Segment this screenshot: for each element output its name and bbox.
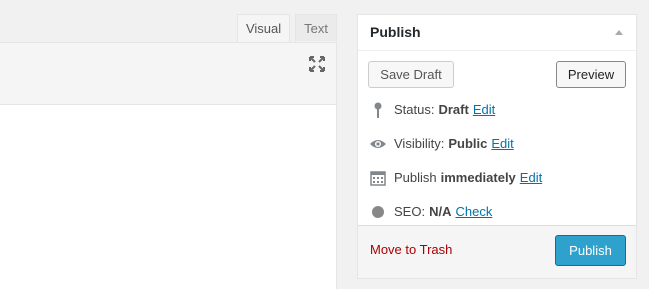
visibility-label: Visibility: bbox=[394, 136, 445, 151]
editor-content[interactable] bbox=[0, 105, 337, 289]
seo-value: N/A bbox=[429, 204, 452, 219]
edit-visibility-link[interactable]: Edit bbox=[491, 135, 513, 153]
status-value: Draft bbox=[438, 102, 469, 117]
seo-dot-icon bbox=[370, 204, 386, 220]
status-row: Status: Draft Edit bbox=[370, 101, 495, 119]
schedule-label: Publish bbox=[394, 170, 437, 185]
schedule-row: Publish immediately Edit bbox=[370, 169, 542, 187]
visibility-row: Visibility: Public Edit bbox=[370, 135, 514, 153]
move-to-trash-link[interactable]: Move to Trash bbox=[370, 242, 452, 257]
pin-icon bbox=[370, 102, 386, 118]
publish-box-title: Publish bbox=[370, 24, 421, 40]
calendar-icon bbox=[370, 170, 386, 186]
publish-box: Publish Save Draft Preview Status: Draft… bbox=[357, 14, 637, 279]
seo-row: SEO: N/A Check bbox=[370, 203, 492, 221]
post-editor: Visual Text bbox=[0, 0, 337, 289]
publish-button[interactable]: Publish bbox=[555, 235, 626, 266]
expand-icon[interactable] bbox=[308, 55, 326, 73]
status-label: Status: bbox=[394, 102, 435, 117]
publish-box-header: Publish bbox=[358, 15, 636, 51]
editor-tabs: Visual Text bbox=[236, 14, 337, 43]
collapse-arrow-icon[interactable] bbox=[615, 30, 623, 35]
edit-schedule-link[interactable]: Edit bbox=[520, 169, 542, 187]
publish-actions: Move to Trash Publish bbox=[358, 225, 636, 278]
seo-label: SEO: bbox=[394, 204, 426, 219]
schedule-value: immediately bbox=[440, 170, 516, 185]
eye-icon bbox=[370, 136, 386, 152]
tab-visual[interactable]: Visual bbox=[236, 14, 291, 43]
edit-status-link[interactable]: Edit bbox=[473, 101, 495, 119]
editor-toolbar bbox=[0, 42, 337, 105]
tab-text[interactable]: Text bbox=[295, 14, 337, 41]
save-draft-button[interactable]: Save Draft bbox=[368, 61, 454, 88]
preview-button[interactable]: Preview bbox=[556, 61, 626, 88]
seo-check-link[interactable]: Check bbox=[455, 203, 492, 221]
visibility-value: Public bbox=[448, 136, 488, 151]
